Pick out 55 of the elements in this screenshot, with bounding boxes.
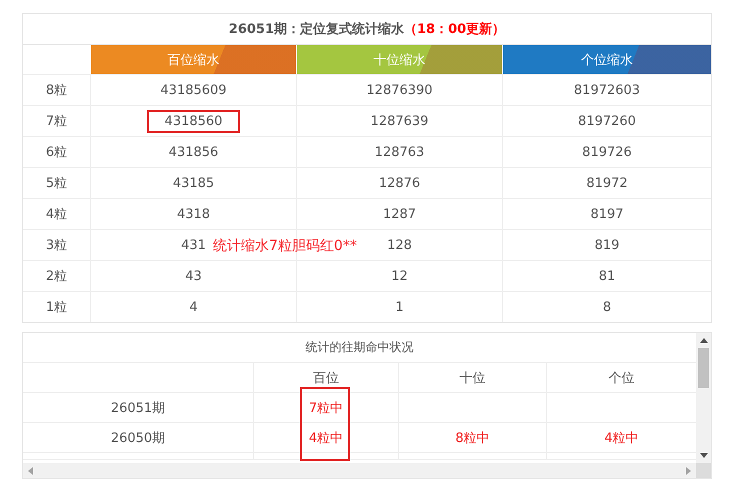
row-label: 8粒 — [44, 82, 68, 100]
table-cell-text: 819726 — [581, 144, 633, 162]
table-cell-text: 12876390 — [365, 82, 434, 100]
table-cell-text: 81 — [598, 268, 616, 286]
table-cell-text: 12876 — [378, 174, 422, 192]
table-cell-text: 128763 — [374, 144, 426, 162]
table-cell-text: 43185 — [172, 174, 216, 192]
table-cell-text: 81972 — [585, 174, 629, 192]
circled-value: 4318560 — [146, 110, 240, 132]
column-header: 百位 — [313, 370, 339, 386]
down-arrow-icon[interactable] — [700, 453, 708, 458]
table-cell-text: 8197 — [589, 206, 625, 224]
table-cell-text: 1287639 — [370, 112, 430, 130]
row-label: 6粒 — [44, 144, 68, 162]
table-cell-text: 43 — [184, 268, 203, 286]
row-label: 2粒 — [44, 268, 68, 286]
left-arrow-icon[interactable] — [28, 466, 33, 474]
period-label: 26051期 — [110, 400, 166, 416]
table-cell-text: 12 — [390, 268, 409, 286]
table-cell-text: 4318 — [176, 206, 212, 224]
table-cell-text: 819 — [594, 236, 620, 254]
vertical-scrollbar[interactable] — [696, 333, 711, 463]
table-cell-text: 431856 — [168, 144, 220, 162]
row-label: 4粒 — [44, 206, 68, 224]
column-header: 百位缩水 — [90, 45, 296, 74]
hit-result: 7粒中 — [308, 400, 344, 416]
column-header: 个位 — [608, 370, 634, 386]
table-cell-text: 43185609 — [159, 82, 228, 100]
table-cell-text: 4 — [188, 298, 199, 316]
row-label: 3粒 — [44, 237, 68, 255]
row-label: 5粒 — [44, 175, 68, 193]
column-header: 十位 — [460, 370, 486, 386]
table-cell-text: 8197260 — [577, 112, 637, 130]
column-header: 十位缩水 — [296, 45, 502, 74]
row-label: 1粒 — [44, 299, 68, 317]
hit-result: 8粒中 — [455, 430, 490, 446]
hit-result: 4粒中 — [604, 430, 639, 446]
update-note: （18：00更新） — [404, 20, 506, 38]
horizontal-scrollbar[interactable] — [23, 463, 696, 478]
right-arrow-icon[interactable] — [686, 466, 691, 474]
table-cell-text: 81972603 — [572, 82, 642, 100]
overlay-note: 统计缩水7粒胆码红0** — [213, 237, 357, 255]
column-header: 个位缩水 — [502, 45, 711, 74]
table-cell-text: 1287 — [382, 206, 418, 224]
up-arrow-icon[interactable] — [700, 338, 708, 343]
table-cell-text: 431 — [180, 236, 207, 254]
scroll-thumb[interactable] — [698, 348, 709, 388]
table-title: 26051期：定位复式统计缩水 — [228, 20, 404, 38]
row-label: 7粒 — [44, 113, 68, 131]
table-caption: 统计的往期命中状况 — [23, 333, 696, 363]
period-label: 26050期 — [110, 430, 166, 446]
table-cell-text: 8 — [602, 298, 612, 316]
table-cell-text: 1 — [394, 298, 405, 316]
hit-result: 4粒中 — [308, 430, 344, 446]
table-cell-text: 128 — [386, 236, 413, 254]
